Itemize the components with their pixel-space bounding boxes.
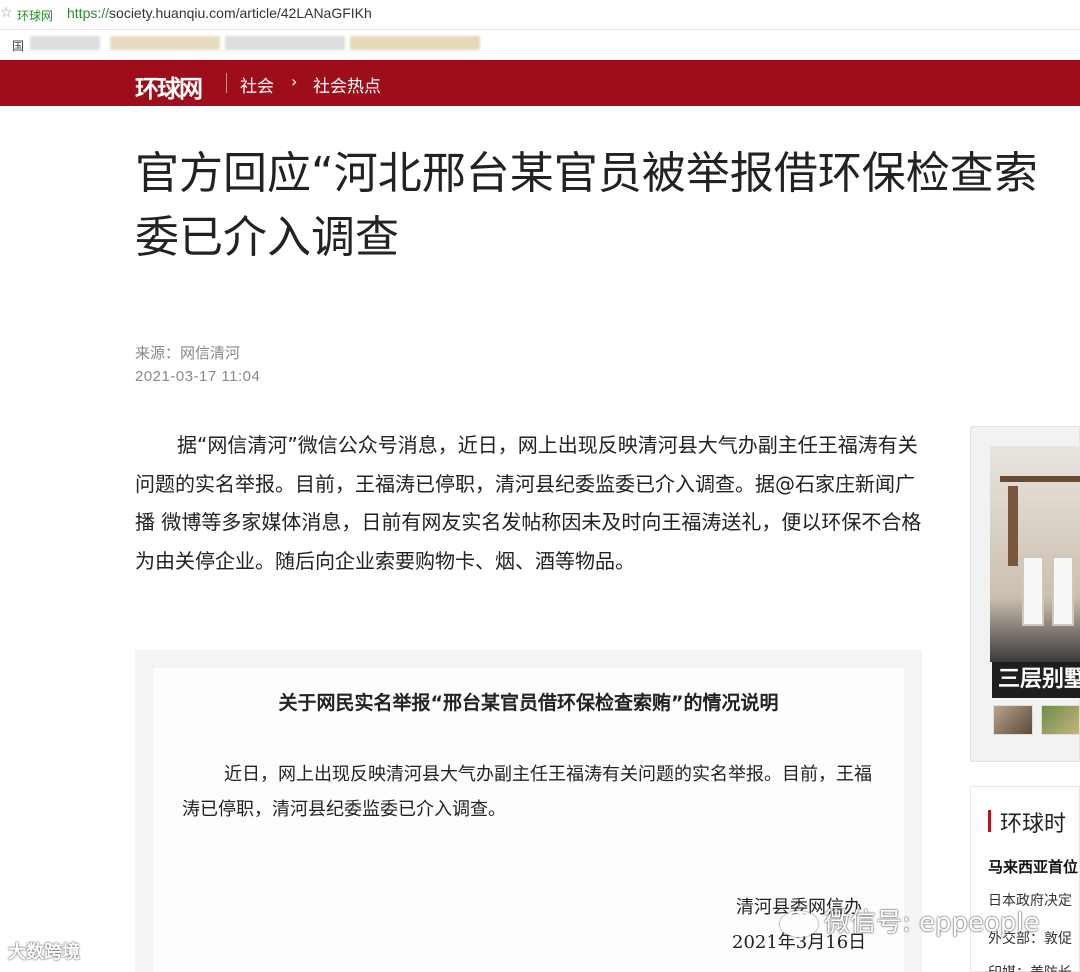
breadcrumb-society[interactable]: 社会 (240, 72, 274, 97)
url-scheme: https:// (67, 5, 110, 21)
ad-thumbnail[interactable] (1041, 705, 1080, 735)
news-heading: 环球时 (1000, 812, 1067, 837)
notice-title: 关于网民实名举报“邢台某官员借环保检查索贿”的情况说明 (278, 692, 779, 714)
news-item[interactable]: 马来西亚首位 (988, 856, 1078, 877)
breadcrumb-hot-topics[interactable]: 社会热点 (313, 72, 381, 97)
watermark-left: 大数跨境 (8, 942, 80, 963)
ad-photo-window (1052, 556, 1074, 626)
breadcrumb-separator-icon: › (291, 72, 298, 91)
news-heading-accent (988, 810, 991, 832)
bookmarks-bar: 国 (0, 30, 1080, 58)
url-text[interactable]: https://society.huanqiu.com/article/42LA… (67, 5, 372, 21)
ad-photo-staircase (1008, 486, 1018, 566)
article-title-line-2: 委已介入调查 (135, 212, 399, 263)
article-source: 来源：网信清河 (135, 344, 241, 362)
blurred-bookmark (350, 36, 480, 50)
article-title-line-1: 官方回应“河北邢台某官员被举报借环保检查索 (135, 148, 1038, 199)
watermark-right: 微信号: eppeople (780, 902, 1040, 939)
ad-photo-railing (1000, 476, 1080, 482)
site-logo[interactable]: 环球网 (135, 69, 203, 104)
blurred-bookmark (225, 36, 345, 50)
bookmark-star-icon[interactable]: ☆ (0, 5, 13, 21)
article-body: 据“网信清河”微信公众号消息，近日，网上出现反映清河县大气办副主任王福涛有关问题… (135, 433, 922, 573)
header-divider (226, 73, 227, 93)
article-datetime: 2021-03-17 11:04 (135, 368, 261, 385)
bookmark-item[interactable]: 国 (12, 37, 24, 54)
ad-thumbnail[interactable] (993, 705, 1033, 735)
site-header: 环球网 社会 › 社会热点 (0, 60, 1080, 106)
site-name-chip: 环球网 (17, 9, 54, 23)
ad-villa-photo[interactable] (990, 446, 1080, 662)
wechat-icon (780, 910, 818, 937)
blurred-bookmark (110, 36, 220, 50)
address-bar[interactable]: ☆ 环球网 https://society.huanqiu.com/articl… (0, 0, 1080, 30)
news-item[interactable]: 印媒：美防长 (988, 962, 1072, 972)
ad-photo-window (1022, 556, 1044, 626)
watermark-right-text: 微信号: eppeople (824, 908, 1040, 938)
url-path: society.huanqiu.com/article/42LANaGFIKh (109, 5, 372, 21)
blurred-bookmark (30, 36, 100, 50)
notice-body: 近日，网上出现反映清河县大气办副主任王福涛有关问题的实名举报。目前，王福涛已停职… (182, 764, 872, 820)
ad-caption[interactable]: 三层别墅 (992, 662, 1080, 698)
